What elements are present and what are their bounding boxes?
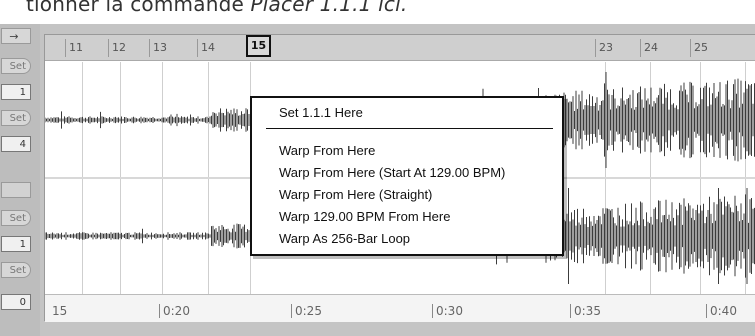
menu-item-warp-as-loop[interactable]: Warp As 256-Bar Loop [279,230,410,248]
clip-control-strip: → Set 1 Set 4 Set 1 Set 0 [0,24,40,336]
menu-separator [266,128,553,129]
menu-item-warp-straight[interactable]: Warp From Here (Straight) [279,186,432,204]
time-label: 0:20 [159,304,190,318]
bar-marker[interactable]: 13 [149,39,167,57]
context-menu: Set 1.1.1 Here Warp From Here Warp From … [250,96,564,256]
set-end-button[interactable]: Set [1,110,31,126]
loop-length-field[interactable]: 0 [1,294,31,310]
loop-toggle[interactable] [1,182,31,198]
menu-item-warp-start-at-bpm[interactable]: Warp From Here (Start At 129.00 BPM) [279,164,505,182]
loop-start-field[interactable]: 1 [1,236,31,252]
time-label: 0:40 [706,304,737,318]
bar-marker[interactable]: 12 [108,39,126,57]
end-value-field[interactable]: 4 [1,136,31,152]
beat-ruler[interactable]: 11 12 13 14 23 24 25 15 [45,35,755,61]
menu-item-warp-from-here[interactable]: Warp From Here [279,142,375,160]
bar-marker[interactable]: 14 [197,39,215,57]
set-loop-length-button[interactable]: Set [1,262,31,278]
caption-command: Placer 1.1.1 ici. [250,0,408,16]
bar-marker[interactable]: 24 [640,39,658,57]
caption-text: tionner la commande [26,0,251,16]
menu-item-warp-bpm-from-here[interactable]: Warp 129.00 BPM From Here [279,208,450,226]
time-ruler[interactable]: 15 0:20 0:25 0:30 0:35 0:40 [45,294,755,322]
bar-marker[interactable]: 11 [65,39,83,57]
time-label: 0:35 [570,304,601,318]
clip-view: → Set 1 Set 4 Set 1 Set 0 11 12 13 14 23… [0,24,755,336]
time-label: 0:30 [432,304,463,318]
start-value-field[interactable]: 1 [1,84,31,100]
time-label: 0:25 [291,304,322,318]
menu-item-set-1-1-1-here[interactable]: Set 1.1.1 Here [279,104,363,122]
bar-marker[interactable]: 25 [690,39,708,57]
set-loop-start-button[interactable]: Set [1,210,31,226]
time-label: 15 [52,304,68,318]
bar-marker[interactable]: 23 [595,39,613,57]
arrow-right-icon[interactable]: → [1,28,31,44]
set-start-button[interactable]: Set [1,58,31,74]
selected-warp-marker[interactable]: 15 [246,35,271,57]
